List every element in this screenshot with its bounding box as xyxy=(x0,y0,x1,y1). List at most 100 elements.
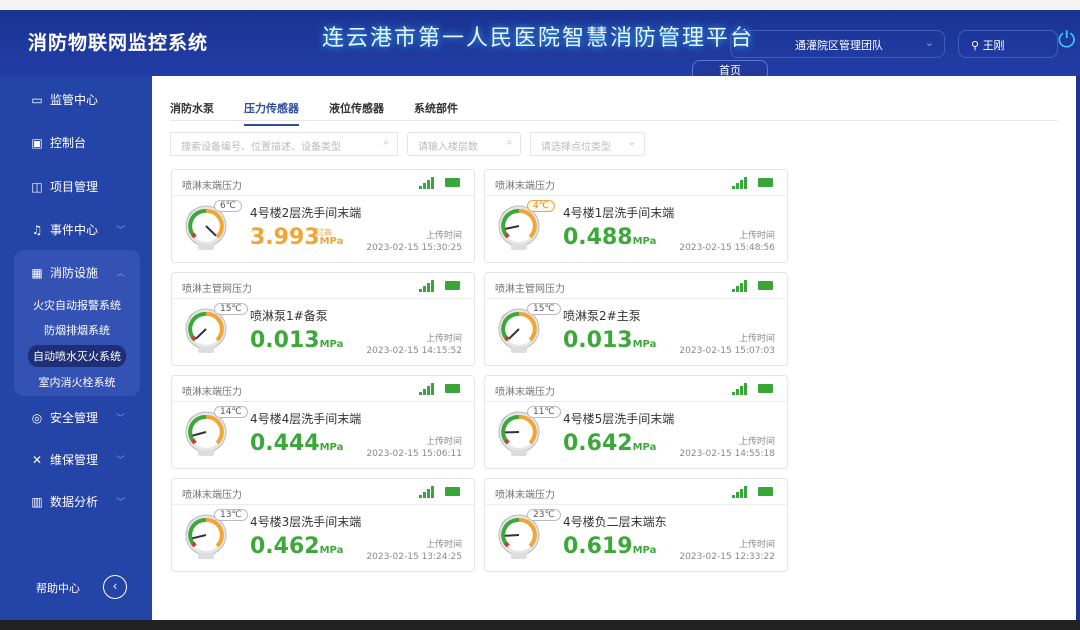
signal-icon xyxy=(419,177,434,189)
upload-label: 上传时间 xyxy=(425,231,462,241)
main-panel: 消防水泵 压力传感器 液位传感器 系统部件 搜索设备编号、位置描述、设备类型 ⌕ 请输入… xyxy=(152,76,1076,620)
floor-input[interactable]: 请输入楼层数 ⌕ xyxy=(407,132,521,156)
tools-icon: ✕ xyxy=(31,452,43,467)
tab-3[interactable]: 系统部件 xyxy=(414,100,458,126)
tab-0[interactable]: 消防水泵 xyxy=(170,100,214,126)
sidebar-item-2[interactable]: ◫ 项目管理 xyxy=(30,178,98,195)
sidebar-item-4[interactable]: ▦ 消防设施 ︿ xyxy=(30,264,125,281)
sensor-card[interactable]: 喷淋末端压力 14℃ 4号楼4层洗手间末端 0.444MPa 上传时间 2023… xyxy=(171,375,475,469)
signal-icon xyxy=(732,177,747,189)
pressure-value: 0.013MPa xyxy=(250,328,343,353)
temperature-badge: 15℃ xyxy=(214,303,248,315)
search-icon: ⌕ xyxy=(506,137,512,148)
sensor-location: 喷淋泵2#主泵 xyxy=(563,309,641,323)
sidebar-item-label: 监管中心 xyxy=(50,93,99,107)
sensor-type: 喷淋主管网压力 xyxy=(495,284,565,295)
battery-icon xyxy=(445,384,460,393)
power-icon[interactable]: ⏻ xyxy=(1058,28,1075,53)
team-label: 通灌院区管理团队 xyxy=(795,39,883,52)
sensor-card[interactable]: 喷淋末端压力 23℃ 4号楼负二层末端东 0.619MPa 上传时间 2023-… xyxy=(484,478,788,572)
tab-1[interactable]: 压力传感器 xyxy=(244,100,299,126)
sidebar-item-3[interactable]: ♫ 事件中心 ﹀ xyxy=(30,221,125,238)
sensor-location: 4号楼2层洗手间末端 xyxy=(250,206,362,220)
sensor-type: 喷淋末端压力 xyxy=(182,387,242,398)
chevron-down-icon: ﹀ xyxy=(116,498,126,508)
pressure-unit: MPa xyxy=(632,545,657,556)
sidebar-item-1[interactable]: ▣ 控制台 xyxy=(30,134,86,151)
upload-label: 上传时间 xyxy=(738,231,775,241)
temperature-badge: 23℃ xyxy=(527,509,561,521)
sensor-card[interactable]: 喷淋末端压力 11℃ 4号楼5层洗手间末端 0.642MPa 上传时间 2023… xyxy=(484,375,788,469)
sidebar-item-7[interactable]: ▥ 数据分析 ﹀ xyxy=(30,493,125,510)
target-icon: ◎ xyxy=(31,410,43,425)
sensor-type: 喷淋主管网压力 xyxy=(182,284,252,295)
team-select[interactable]: 通灌院区管理团队 ⌄ xyxy=(730,30,945,58)
pressure-number: 3.993 xyxy=(250,225,320,250)
sidebar-item-label: 项目管理 xyxy=(50,180,99,194)
tab-2[interactable]: 液位传感器 xyxy=(329,100,384,126)
chevron-up-icon: ︿ xyxy=(116,269,126,279)
signal-icon xyxy=(419,280,434,292)
upload-label: 上传时间 xyxy=(425,334,462,344)
pressure-number: 0.013 xyxy=(250,328,320,353)
user-menu[interactable]: ⚲ 王刚 xyxy=(958,30,1058,58)
app-header: 消防物联网监控系统 连云港市第一人民医院智慧消防管理平台 通灌院区管理团队 ⌄ ⚲… xyxy=(0,10,1080,76)
sensor-type: 喷淋末端压力 xyxy=(182,181,242,192)
sidebar-subitem[interactable]: 火灾自动报警系统 xyxy=(14,297,140,313)
sensor-card[interactable]: 喷淋末端压力 6℃ 4号楼2层洗手间末端 3.993MPa 过高 上传时间 20… xyxy=(171,169,475,263)
collapse-sidebar-button[interactable]: ‹ xyxy=(103,575,127,599)
floor-placeholder: 请输入楼层数 xyxy=(418,142,478,153)
search-input[interactable]: 搜索设备编号、位置描述、设备类型 ⌕ xyxy=(170,132,398,156)
pressure-number: 0.444 xyxy=(250,431,320,456)
help-center-link[interactable]: 帮助中心 xyxy=(36,580,80,596)
temperature-badge: 6℃ xyxy=(214,200,242,212)
pressure-number: 0.642 xyxy=(563,431,633,456)
brand-title: 消防物联网监控系统 xyxy=(28,32,209,54)
sensor-location: 4号楼4层洗手间末端 xyxy=(250,412,362,426)
bell-icon: ♫ xyxy=(31,222,43,237)
sidebar-item-6[interactable]: ✕ 维保管理 ﹀ xyxy=(30,451,125,468)
pressure-value: 0.619MPa xyxy=(563,534,656,559)
pressure-unit: MPa xyxy=(319,545,344,556)
chevron-down-icon: ﹀ xyxy=(116,414,126,424)
sensor-card[interactable]: 喷淋主管网压力 15℃ 喷淋泵2#主泵 0.013MPa 上传时间 2023-0… xyxy=(484,272,788,366)
pressure-number: 0.462 xyxy=(250,534,320,559)
signal-icon xyxy=(419,486,434,498)
search-icon: ⌕ xyxy=(383,137,389,148)
sidebar-item-0[interactable]: ▭ 监管中心 xyxy=(30,91,98,108)
battery-icon xyxy=(445,178,460,187)
temperature-badge: 14℃ xyxy=(214,406,248,418)
sensor-location: 喷淋泵1#备泵 xyxy=(250,309,328,323)
sensor-card[interactable]: 喷淋末端压力 4℃ 4号楼1层洗手间末端 0.488MPa 上传时间 2023-… xyxy=(484,169,788,263)
pressure-value: 0.642MPa xyxy=(563,431,656,456)
pressure-unit: MPa xyxy=(632,339,657,350)
sidebar-subitem[interactable]: 自动喷水灭火系统 xyxy=(28,345,126,367)
sensor-card[interactable]: 喷淋末端压力 13℃ 4号楼3层洗手间末端 0.462MPa 上传时间 2023… xyxy=(171,478,475,572)
sidebar-item-label: 安全管理 xyxy=(50,411,99,425)
tab-divider xyxy=(170,120,1058,121)
sensor-card[interactable]: 喷淋主管网压力 15℃ 喷淋泵1#备泵 0.013MPa 上传时间 2023-0… xyxy=(171,272,475,366)
battery-icon xyxy=(445,281,460,290)
sidebar-item-label: 数据分析 xyxy=(50,495,99,509)
pressure-value: 0.462MPa xyxy=(250,534,343,559)
chevron-down-icon: ⌄ xyxy=(627,137,636,148)
pressure-unit: MPa xyxy=(319,442,344,453)
temperature-badge: 11℃ xyxy=(527,406,561,418)
chevron-down-icon: ﹀ xyxy=(116,226,126,236)
sidebar-subitem[interactable]: 防烟排烟系统 xyxy=(14,322,140,338)
sidebar-item-label: 控制台 xyxy=(50,136,87,150)
monitor-icon: ▭ xyxy=(31,92,43,107)
pressure-unit: MPa xyxy=(319,339,344,350)
console-icon: ▣ xyxy=(31,135,43,150)
point-type-select[interactable]: 请选择点位类型 ⌄ xyxy=(530,132,645,156)
sensor-location: 4号楼3层洗手间末端 xyxy=(250,515,362,529)
sidebar-subitem[interactable]: 室内消火栓系统 xyxy=(14,374,140,390)
battery-icon xyxy=(758,178,773,187)
sensor-location: 4号楼负二层末端东 xyxy=(563,515,667,529)
sidebar-item-label: 消防设施 xyxy=(50,266,99,280)
sidebar-item-5[interactable]: ◎ 安全管理 ﹀ xyxy=(30,409,125,426)
temperature-badge: 13℃ xyxy=(214,509,248,521)
temperature-badge: 4℃ xyxy=(527,200,555,212)
temperature-badge: 15℃ xyxy=(527,303,561,315)
upload-time: 2023-02-15 14:15:52 xyxy=(366,346,462,356)
